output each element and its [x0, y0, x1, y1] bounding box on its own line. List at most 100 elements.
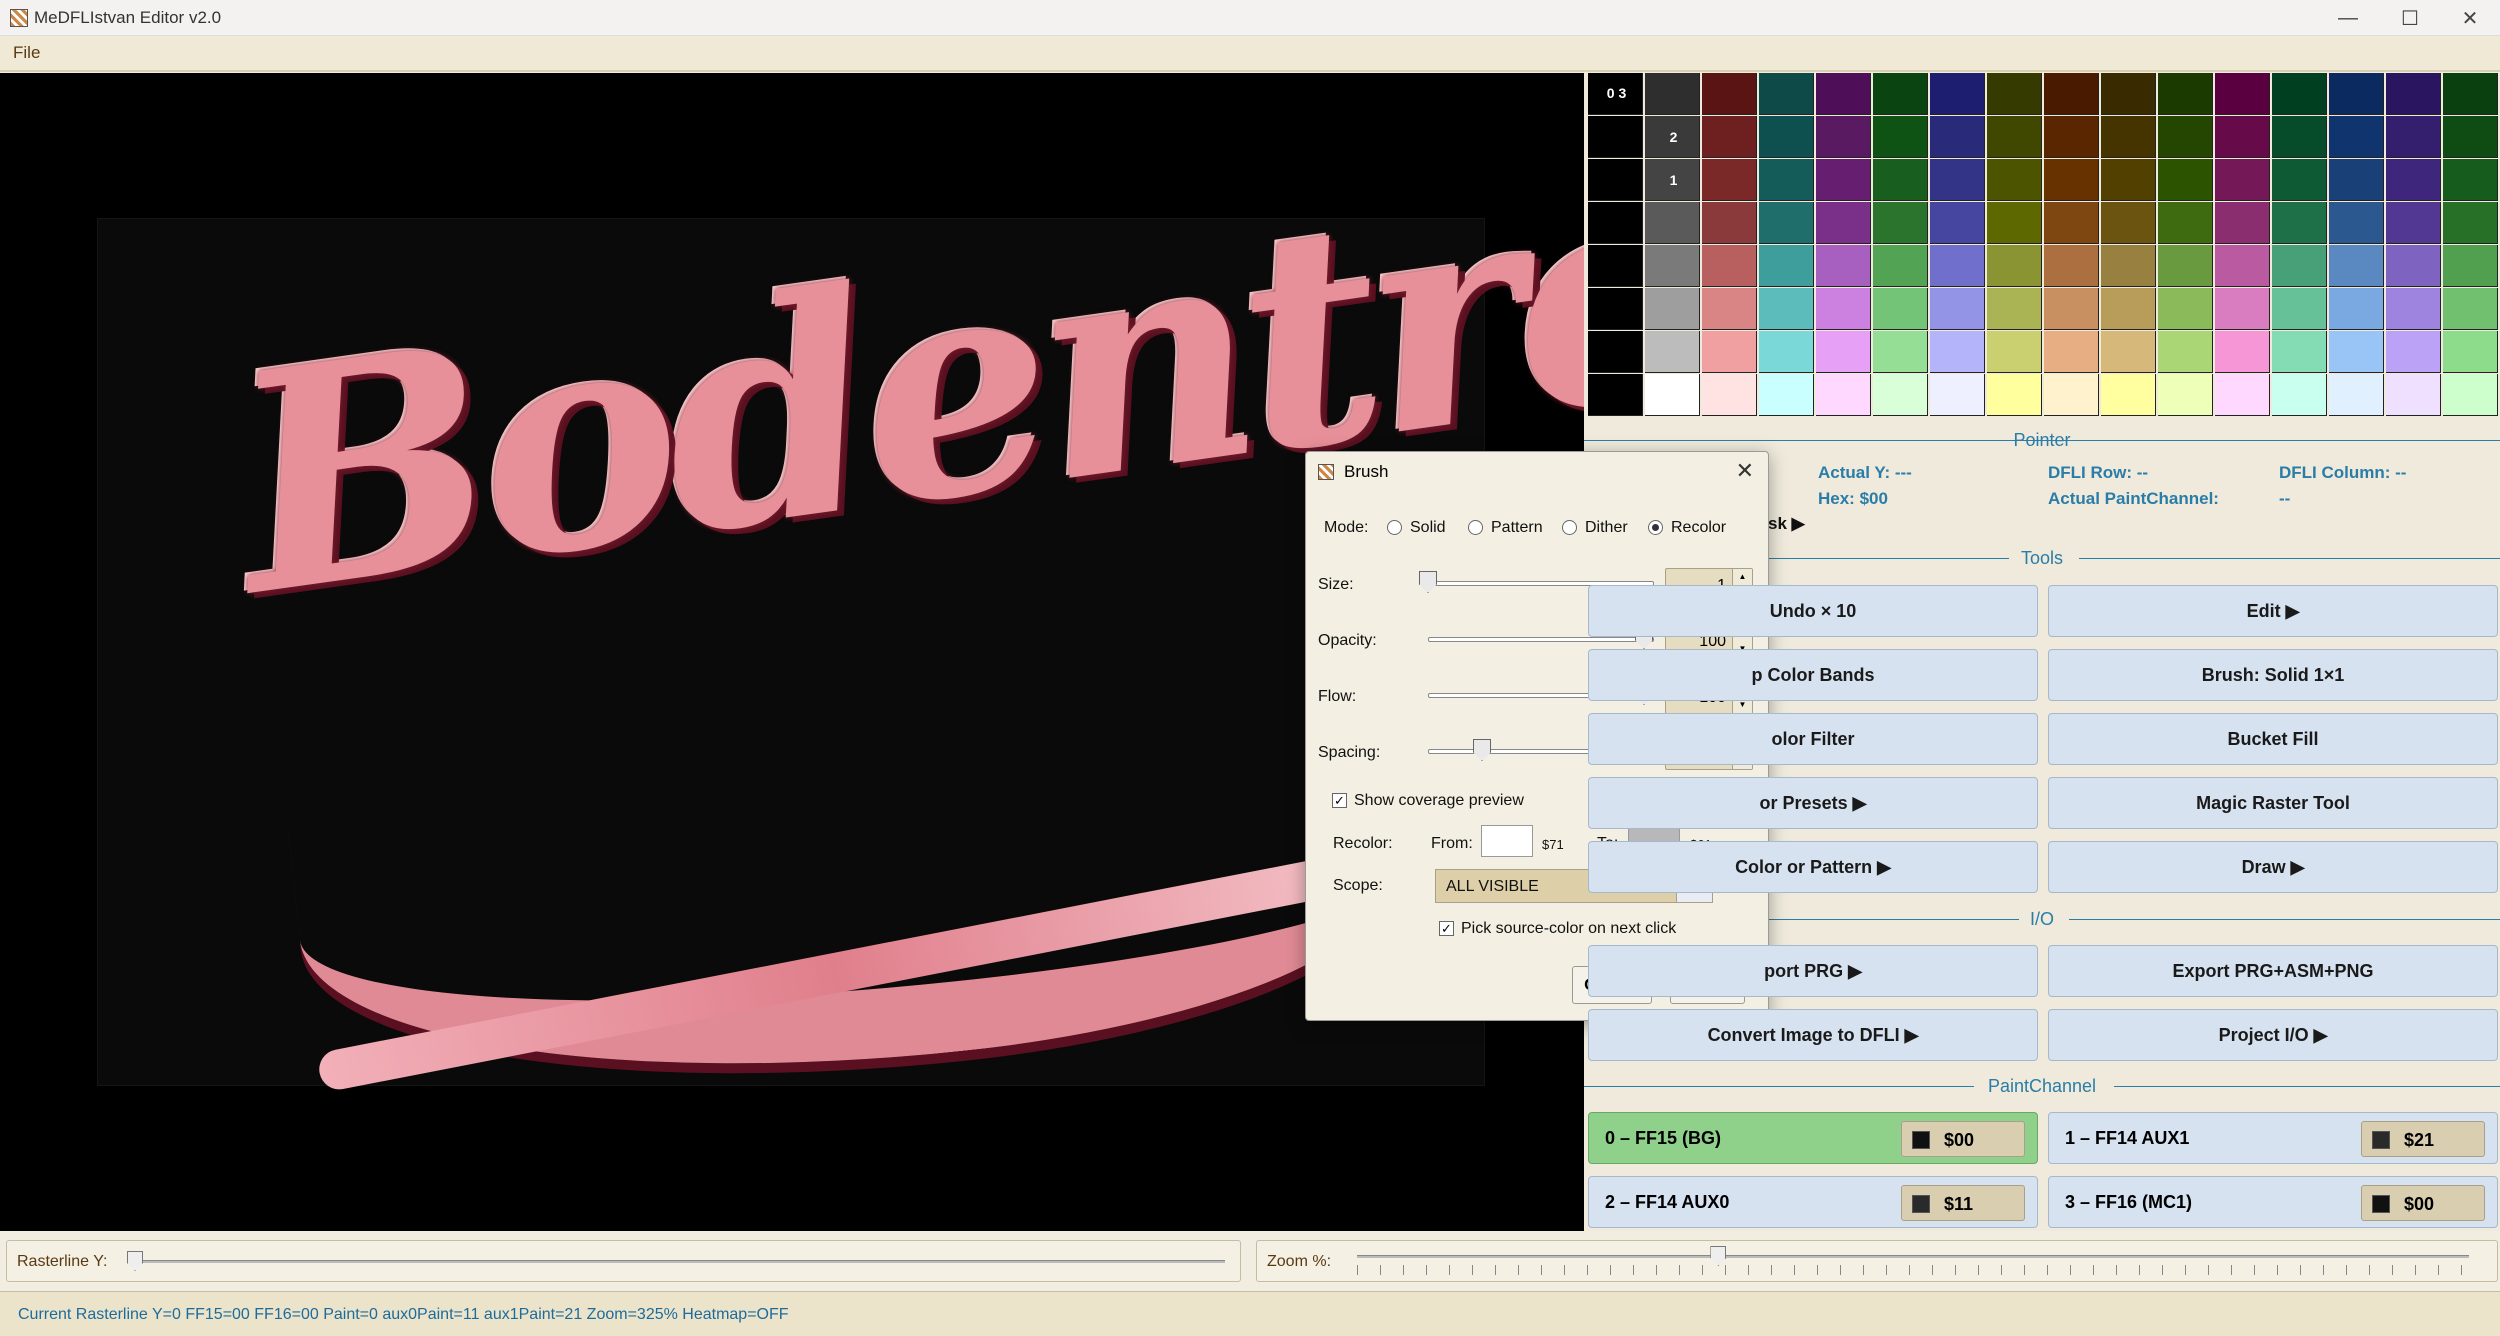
tool-button[interactable]: Brush: Solid 1×1: [2048, 649, 2498, 701]
palette-swatch[interactable]: [1873, 73, 1928, 115]
color-palette[interactable]: 0 3 2 1: [1588, 73, 2500, 416]
spacing-slider-thumb[interactable]: [1473, 739, 1491, 761]
palette-swatch[interactable]: [2101, 374, 2156, 416]
palette-swatch[interactable]: [2215, 159, 2270, 201]
palette-swatch[interactable]: [2443, 374, 2498, 416]
palette-swatch[interactable]: [2443, 331, 2498, 373]
mode-pattern-radio[interactable]: [1468, 520, 1483, 535]
palette-swatch[interactable]: [2101, 245, 2156, 287]
palette-swatch[interactable]: [1930, 116, 1985, 158]
palette-swatch[interactable]: [1759, 116, 1814, 158]
palette-swatch[interactable]: [1930, 73, 1985, 115]
palette-swatch[interactable]: [2443, 116, 2498, 158]
palette-swatch[interactable]: [1588, 159, 1643, 201]
palette-swatch[interactable]: [1816, 245, 1871, 287]
palette-swatch[interactable]: [2101, 116, 2156, 158]
palette-swatch[interactable]: [2386, 202, 2441, 244]
palette-swatch[interactable]: [1873, 245, 1928, 287]
palette-swatch[interactable]: [2329, 331, 2384, 373]
palette-swatch[interactable]: [1816, 116, 1871, 158]
palette-swatch[interactable]: [1816, 202, 1871, 244]
palette-swatch[interactable]: [2044, 73, 2099, 115]
paint-channel-button[interactable]: 3 – FF16 (MC1) $00: [2048, 1176, 2498, 1228]
palette-swatch[interactable]: [2386, 73, 2441, 115]
palette-swatch[interactable]: [2272, 73, 2327, 115]
palette-swatch[interactable]: [1930, 331, 1985, 373]
palette-swatch[interactable]: [1759, 288, 1814, 330]
palette-swatch[interactable]: [2329, 73, 2384, 115]
paint-channel-button[interactable]: 1 – FF14 AUX1 $21: [2048, 1112, 2498, 1164]
zoom-slider-thumb[interactable]: [1710, 1246, 1727, 1266]
tool-button[interactable]: or Presets ▶: [1588, 777, 2038, 829]
palette-swatch[interactable]: [1759, 374, 1814, 416]
palette-swatch[interactable]: [2101, 73, 2156, 115]
palette-swatch[interactable]: [1588, 374, 1643, 416]
palette-swatch[interactable]: [1987, 202, 2042, 244]
palette-swatch[interactable]: [1645, 288, 1700, 330]
palette-swatch[interactable]: [1702, 159, 1757, 201]
palette-swatch[interactable]: [2044, 116, 2099, 158]
tool-button[interactable]: Color or Pattern ▶: [1588, 841, 2038, 893]
palette-swatch[interactable]: [1759, 73, 1814, 115]
palette-swatch[interactable]: [2158, 159, 2213, 201]
palette-swatch[interactable]: [1702, 202, 1757, 244]
palette-swatch[interactable]: [2443, 202, 2498, 244]
palette-swatch[interactable]: [1873, 116, 1928, 158]
palette-swatch[interactable]: [2158, 374, 2213, 416]
io-button[interactable]: Convert Image to DFLI ▶: [1588, 1009, 2038, 1061]
palette-swatch[interactable]: [1987, 159, 2042, 201]
palette-swatch[interactable]: [1987, 116, 2042, 158]
palette-swatch[interactable]: [2386, 331, 2441, 373]
palette-swatch[interactable]: [2329, 245, 2384, 287]
palette-swatch[interactable]: [1816, 288, 1871, 330]
palette-swatch[interactable]: [1816, 374, 1871, 416]
palette-swatch[interactable]: [1873, 288, 1928, 330]
opacity-slider-track[interactable]: [1428, 637, 1654, 642]
palette-swatch[interactable]: [1588, 116, 1643, 158]
palette-swatch[interactable]: [2386, 116, 2441, 158]
from-color-swatch[interactable]: [1481, 825, 1533, 857]
palette-swatch[interactable]: [1987, 374, 2042, 416]
rasterline-track[interactable]: [133, 1260, 1225, 1263]
palette-swatch[interactable]: [2272, 245, 2327, 287]
palette-swatch[interactable]: [2158, 331, 2213, 373]
palette-swatch[interactable]: [1645, 374, 1700, 416]
palette-swatch[interactable]: [1873, 159, 1928, 201]
palette-swatch[interactable]: [1645, 245, 1700, 287]
palette-swatch[interactable]: [1759, 331, 1814, 373]
palette-swatch[interactable]: [2272, 159, 2327, 201]
palette-swatch[interactable]: [1987, 331, 2042, 373]
mode-recolor-radio[interactable]: [1648, 520, 1663, 535]
paint-channel-color-button[interactable]: $00: [1901, 1121, 2025, 1157]
palette-swatch[interactable]: [2044, 288, 2099, 330]
palette-swatch[interactable]: [1702, 245, 1757, 287]
palette-swatch[interactable]: [1702, 331, 1757, 373]
palette-swatch[interactable]: [1816, 73, 1871, 115]
paint-channel-color-button[interactable]: $11: [1901, 1185, 2025, 1221]
palette-swatch[interactable]: [1930, 374, 1985, 416]
palette-swatch[interactable]: [2443, 159, 2498, 201]
mode-dither-label[interactable]: Dither: [1585, 519, 1628, 537]
palette-swatch[interactable]: [1588, 202, 1643, 244]
io-button[interactable]: port PRG ▶: [1588, 945, 2038, 997]
palette-swatch[interactable]: [2158, 202, 2213, 244]
close-window-button[interactable]: ✕: [2440, 0, 2500, 36]
palette-swatch[interactable]: [2158, 245, 2213, 287]
tool-button[interactable]: Bucket Fill: [2048, 713, 2498, 765]
maximize-button[interactable]: ☐: [2380, 0, 2440, 36]
palette-swatch[interactable]: [2386, 245, 2441, 287]
palette-swatch[interactable]: [1759, 245, 1814, 287]
mode-pattern-label[interactable]: Pattern: [1491, 519, 1543, 537]
mode-recolor-label[interactable]: Recolor: [1671, 519, 1726, 537]
palette-swatch[interactable]: [2215, 288, 2270, 330]
menu-file[interactable]: File: [13, 43, 40, 63]
paint-channel-color-button[interactable]: $21: [2361, 1121, 2485, 1157]
palette-swatch[interactable]: [2386, 288, 2441, 330]
palette-swatch[interactable]: [1588, 331, 1643, 373]
palette-swatch[interactable]: [1930, 245, 1985, 287]
mode-dither-radio[interactable]: [1562, 520, 1577, 535]
palette-swatch[interactable]: [1702, 374, 1757, 416]
mode-solid-radio[interactable]: [1387, 520, 1402, 535]
palette-swatch[interactable]: [2215, 331, 2270, 373]
tool-button[interactable]: Magic Raster Tool: [2048, 777, 2498, 829]
